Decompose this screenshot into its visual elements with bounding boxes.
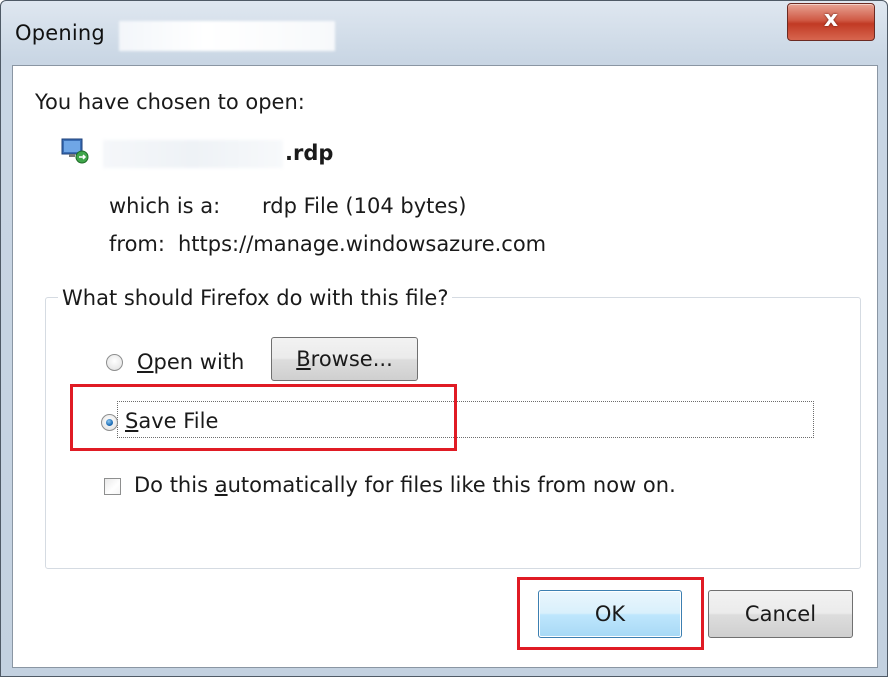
open-with-label-rest: pen with (153, 350, 245, 374)
file-type-value: rdp File (104 bytes) (262, 194, 467, 218)
close-button[interactable]: x (787, 3, 875, 41)
redacted-filename (103, 140, 283, 168)
auto-checkbox[interactable] (104, 478, 121, 495)
title-bar[interactable]: Opening x (1, 1, 887, 65)
intro-text: You have chosen to open: (35, 90, 305, 114)
redacted-filename-title (119, 21, 335, 51)
source-url: https://manage.windowsazure.com (178, 232, 547, 256)
file-extension: .rdp (285, 141, 334, 165)
source-label: from: (109, 232, 165, 256)
browse-button[interactable]: Browse... (271, 337, 418, 381)
action-group-label: What should Firefox do with this file? (58, 286, 453, 310)
save-file-highlight (70, 384, 457, 451)
auto-label-pre: Do this (134, 473, 215, 497)
auto-label[interactable]: Do this automatically for files like thi… (134, 473, 676, 497)
browse-accel: B (296, 347, 311, 371)
open-with-accel: O (137, 350, 154, 374)
cancel-button[interactable]: Cancel (708, 590, 853, 638)
file-type-label: which is a: (109, 194, 221, 218)
auto-label-rest: utomatically for files like this from no… (227, 473, 676, 497)
ok-highlight (517, 577, 704, 650)
rdp-file-icon (61, 138, 89, 164)
browse-label-rest: rowse... (310, 347, 393, 371)
open-with-label[interactable]: Open with (137, 350, 244, 374)
open-with-radio[interactable] (106, 354, 123, 371)
auto-accel: a (214, 473, 228, 497)
window-title: Opening (15, 21, 105, 45)
close-icon: x (823, 7, 839, 32)
